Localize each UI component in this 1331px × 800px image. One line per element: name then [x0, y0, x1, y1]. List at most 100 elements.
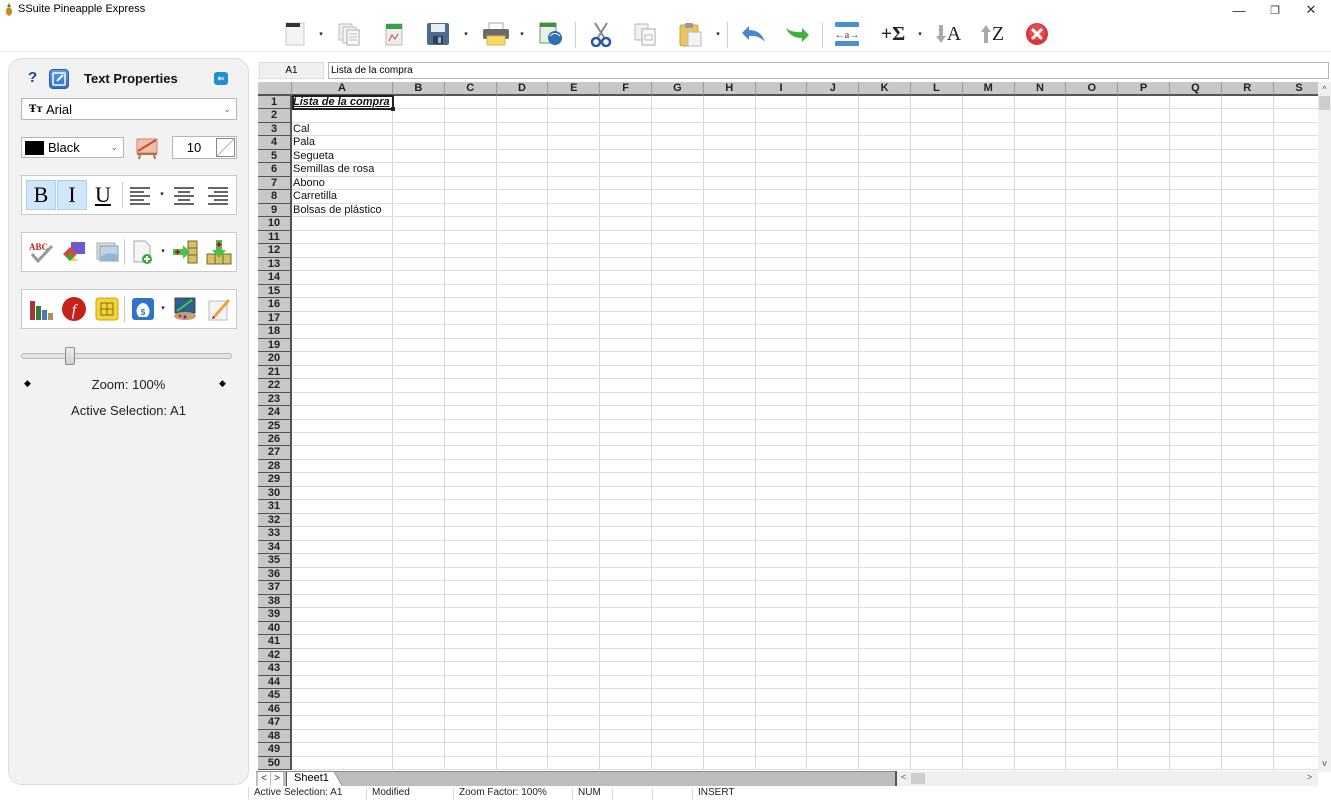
cell-a3[interactable]: Cal: [293, 123, 310, 136]
column-header-k[interactable]: K: [859, 82, 911, 96]
tab-next-button[interactable]: >: [271, 772, 283, 786]
edit-button[interactable]: [49, 69, 69, 89]
font-color-select[interactable]: Black ⌄: [21, 137, 124, 158]
font-size-input[interactable]: 10: [172, 136, 237, 159]
font-family-select[interactable]: Ŧт Arial ⌄: [21, 98, 237, 120]
row-header[interactable]: 44: [258, 675, 292, 690]
insert-drawing-button[interactable]: [170, 294, 200, 324]
tab-sheet1[interactable]: Sheet1: [286, 772, 342, 786]
formula-input[interactable]: Lista de la compra: [328, 62, 1329, 79]
vertical-scroll-thumb[interactable]: [1319, 96, 1330, 110]
row-header[interactable]: 29: [258, 473, 292, 487]
sort-ascending-button[interactable]: A: [932, 18, 964, 50]
row-header[interactable]: 12: [258, 244, 292, 258]
row-header[interactable]: 11: [258, 230, 292, 245]
duplicate-button[interactable]: [336, 18, 362, 50]
row-header[interactable]: 16: [258, 298, 292, 312]
restore-button[interactable]: ❐: [1257, 0, 1293, 20]
row-header[interactable]: 10: [258, 217, 292, 231]
insert-image-button[interactable]: [92, 237, 122, 267]
row-header[interactable]: 36: [258, 567, 292, 582]
close-window-button[interactable]: ✕: [1293, 0, 1329, 20]
row-header[interactable]: 30: [258, 486, 292, 501]
column-header-o[interactable]: O: [1066, 82, 1119, 96]
column-header-e[interactable]: E: [548, 82, 601, 96]
autosum-button[interactable]: +Σ: [878, 18, 908, 50]
new-document-dropdown[interactable]: ▾: [317, 31, 325, 39]
cell-a5[interactable]: Segueta: [293, 150, 334, 163]
row-header[interactable]: 28: [258, 459, 292, 474]
paste-button[interactable]: [677, 18, 705, 50]
minimize-button[interactable]: —: [1221, 0, 1257, 20]
background-color-button[interactable]: [135, 136, 159, 160]
row-header[interactable]: 19: [258, 338, 292, 353]
zoom-slider-thumb[interactable]: [65, 347, 76, 365]
cell-reference-box[interactable]: A1: [259, 62, 324, 79]
row-header[interactable]: 6: [258, 163, 292, 177]
align-dropdown[interactable]: ▾: [158, 191, 166, 199]
column-header-c[interactable]: C: [444, 82, 497, 96]
row-header[interactable]: 3: [258, 122, 292, 137]
spell-check-button[interactable]: ABC: [26, 237, 56, 267]
sort-descending-button[interactable]: Z: [976, 18, 1008, 50]
help-button[interactable]: ?: [28, 69, 37, 86]
currency-dropdown[interactable]: ▾: [159, 305, 167, 313]
redo-button[interactable]: [783, 18, 813, 50]
column-header-r[interactable]: R: [1221, 82, 1274, 96]
column-header-f[interactable]: F: [600, 82, 652, 96]
cell-a7[interactable]: Abono: [293, 177, 325, 190]
new-document-button[interactable]: [282, 18, 308, 50]
row-header[interactable]: 45: [258, 689, 292, 703]
row-header[interactable]: 33: [258, 527, 292, 541]
row-header[interactable]: 39: [258, 608, 292, 622]
row-header[interactable]: 38: [258, 594, 292, 609]
panel-collapse-button[interactable]: ⇐: [214, 72, 228, 85]
row-header[interactable]: 34: [258, 540, 292, 555]
row-header[interactable]: 48: [258, 729, 292, 744]
cut-button[interactable]: [588, 18, 614, 50]
row-header[interactable]: 22: [258, 379, 292, 393]
row-header[interactable]: 26: [258, 433, 292, 447]
row-header[interactable]: 43: [258, 662, 292, 676]
edit-note-button[interactable]: [204, 294, 234, 324]
column-header-q[interactable]: Q: [1170, 82, 1222, 96]
column-header-j[interactable]: J: [807, 82, 860, 96]
column-header-h[interactable]: H: [703, 82, 756, 96]
italic-button[interactable]: I: [57, 180, 87, 210]
insert-column-button[interactable]: [170, 237, 200, 267]
fit-text-button[interactable]: ←a→: [832, 18, 862, 50]
cell-a4[interactable]: Pala: [293, 136, 315, 149]
column-header-m[interactable]: M: [962, 82, 1015, 96]
scroll-left-button[interactable]: <: [897, 772, 910, 782]
print-dropdown[interactable]: ▾: [518, 31, 526, 39]
exit-button[interactable]: [1023, 18, 1051, 50]
scroll-right-button[interactable]: >: [1303, 772, 1316, 782]
row-header[interactable]: 18: [258, 325, 292, 339]
row-header[interactable]: 9: [258, 203, 292, 218]
row-header[interactable]: 5: [258, 149, 292, 164]
row-header[interactable]: 27: [258, 446, 292, 460]
align-right-button[interactable]: [204, 180, 232, 210]
export-web-button[interactable]: [537, 18, 565, 50]
cell-a6[interactable]: Semillas de rosa: [293, 163, 374, 176]
row-header[interactable]: 15: [258, 284, 292, 299]
row-header[interactable]: 14: [258, 271, 292, 285]
paste-dropdown[interactable]: ▾: [714, 31, 722, 39]
column-header-d[interactable]: D: [496, 82, 549, 96]
save-button[interactable]: [424, 18, 452, 50]
row-header[interactable]: 37: [258, 581, 292, 595]
column-header-a[interactable]: A: [292, 82, 393, 96]
row-header[interactable]: 46: [258, 702, 292, 717]
tab-prev-button[interactable]: <: [258, 772, 270, 786]
row-header[interactable]: 35: [258, 554, 292, 568]
row-header[interactable]: 7: [258, 176, 292, 191]
row-header[interactable]: 49: [258, 743, 292, 757]
spreadsheet-template-button[interactable]: [381, 18, 407, 50]
insert-table-button[interactable]: [92, 294, 122, 324]
zoom-slider[interactable]: [21, 347, 232, 365]
new-sheet-dropdown[interactable]: ▾: [159, 248, 167, 256]
align-left-button[interactable]: [126, 180, 154, 210]
row-header[interactable]: 32: [258, 513, 292, 528]
row-header[interactable]: 47: [258, 716, 292, 730]
row-header[interactable]: 23: [258, 392, 292, 407]
